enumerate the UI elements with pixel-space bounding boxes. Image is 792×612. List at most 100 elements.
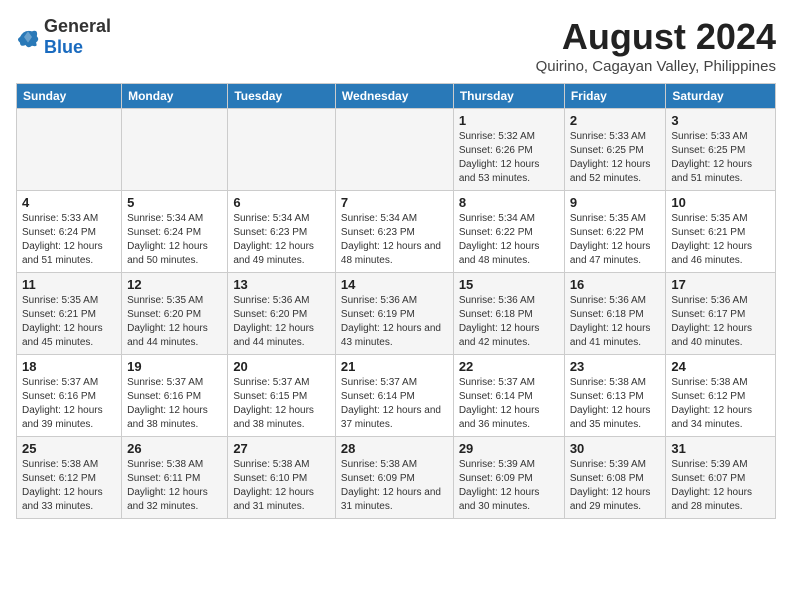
day-cell: 18 Sunrise: 5:37 AM Sunset: 6:16 PM Dayli… bbox=[17, 355, 122, 437]
day-number: 27 bbox=[233, 441, 330, 456]
header-day-sunday: Sunday bbox=[17, 84, 122, 109]
day-info: Sunrise: 5:38 AM Sunset: 6:10 PM Dayligh… bbox=[233, 458, 330, 514]
day-cell: 5Sunrise: 5:34 AM Sunset: 6:24 PM Daylig… bbox=[122, 191, 228, 273]
day-info: Sunrise: 5:34 AM Sunset: 6:23 PM Dayligh… bbox=[341, 212, 448, 268]
logo-general: General bbox=[44, 16, 111, 36]
day-cell: 29 Sunrise: 5:39 AM Sunset: 6:09 PM Dayli… bbox=[453, 437, 564, 519]
day-cell: 20Sunrise: 5:37 AM Sunset: 6:15 PM Dayli… bbox=[228, 355, 336, 437]
day-cell: 26Sunrise: 5:38 AM Sunset: 6:11 PM Dayli… bbox=[122, 437, 228, 519]
header-day-wednesday: Wednesday bbox=[335, 84, 453, 109]
header: General Blue August 2024 Quirino, Cagaya… bbox=[16, 16, 776, 75]
day-info: Sunrise: 5:38 AM Sunset: 6:09 PM Dayligh… bbox=[341, 458, 448, 514]
day-info: Sunrise: 5:38 AM Sunset: 6:13 PM Dayligh… bbox=[570, 376, 661, 432]
main-title: August 2024 bbox=[536, 16, 776, 58]
day-number: 2 bbox=[570, 113, 661, 128]
day-info: Sunrise: 5:39 AM Sunset: 6:09 PM Dayligh… bbox=[459, 458, 559, 514]
day-cell: 27 Sunrise: 5:38 AM Sunset: 6:10 PM Dayli… bbox=[228, 437, 336, 519]
logo-text: General Blue bbox=[44, 16, 111, 58]
header-day-friday: Friday bbox=[564, 84, 666, 109]
week-row-3: 11 Sunrise: 5:35 AM Sunset: 6:21 PM Dayli… bbox=[17, 273, 776, 355]
day-info: Sunrise: 5:37 AM Sunset: 6:16 PM Dayligh… bbox=[22, 376, 116, 432]
day-number: 22 bbox=[459, 359, 559, 374]
day-cell bbox=[17, 109, 122, 191]
day-cell: 25 Sunrise: 5:38 AM Sunset: 6:12 PM Dayli… bbox=[17, 437, 122, 519]
day-info: Sunrise: 5:37 AM Sunset: 6:14 PM Dayligh… bbox=[459, 376, 559, 432]
day-number: 18 bbox=[22, 359, 116, 374]
header-row: SundayMondayTuesdayWednesdayThursdayFrid… bbox=[17, 84, 776, 109]
day-number: 17 bbox=[671, 277, 770, 292]
day-info: Sunrise: 5:36 AM Sunset: 6:20 PM Dayligh… bbox=[233, 294, 330, 350]
week-row-1: 1Sunrise: 5:32 AM Sunset: 6:26 PM Daylig… bbox=[17, 109, 776, 191]
day-number: 25 bbox=[22, 441, 116, 456]
day-number: 10 bbox=[671, 195, 770, 210]
day-info: Sunrise: 5:38 AM Sunset: 6:11 PM Dayligh… bbox=[127, 458, 222, 514]
day-cell: 16Sunrise: 5:36 AM Sunset: 6:18 PM Dayli… bbox=[564, 273, 666, 355]
day-number: 30 bbox=[570, 441, 661, 456]
day-info: Sunrise: 5:36 AM Sunset: 6:19 PM Dayligh… bbox=[341, 294, 448, 350]
day-number: 23 bbox=[570, 359, 661, 374]
day-cell: 2Sunrise: 5:33 AM Sunset: 6:25 PM Daylig… bbox=[564, 109, 666, 191]
day-info: Sunrise: 5:33 AM Sunset: 6:25 PM Dayligh… bbox=[671, 130, 770, 186]
logo-icon bbox=[16, 25, 40, 49]
day-cell: 10 Sunrise: 5:35 AM Sunset: 6:21 PM Dayli… bbox=[666, 191, 776, 273]
day-cell: 7Sunrise: 5:34 AM Sunset: 6:23 PM Daylig… bbox=[335, 191, 453, 273]
day-number: 11 bbox=[22, 277, 116, 292]
day-info: Sunrise: 5:36 AM Sunset: 6:18 PM Dayligh… bbox=[459, 294, 559, 350]
week-row-2: 4 Sunrise: 5:33 AM Sunset: 6:24 PM Daylig… bbox=[17, 191, 776, 273]
day-number: 3 bbox=[671, 113, 770, 128]
header-day-monday: Monday bbox=[122, 84, 228, 109]
day-cell: 14 Sunrise: 5:36 AM Sunset: 6:19 PM Dayli… bbox=[335, 273, 453, 355]
day-info: Sunrise: 5:35 AM Sunset: 6:22 PM Dayligh… bbox=[570, 212, 661, 268]
day-number: 15 bbox=[459, 277, 559, 292]
day-info: Sunrise: 5:38 AM Sunset: 6:12 PM Dayligh… bbox=[671, 376, 770, 432]
day-info: Sunrise: 5:35 AM Sunset: 6:21 PM Dayligh… bbox=[671, 212, 770, 268]
day-cell: 24 Sunrise: 5:38 AM Sunset: 6:12 PM Dayli… bbox=[666, 355, 776, 437]
day-number: 21 bbox=[341, 359, 448, 374]
subtitle: Quirino, Cagayan Valley, Philippines bbox=[536, 58, 776, 75]
header-day-saturday: Saturday bbox=[666, 84, 776, 109]
day-cell: 23 Sunrise: 5:38 AM Sunset: 6:13 PM Dayli… bbox=[564, 355, 666, 437]
day-cell: 13 Sunrise: 5:36 AM Sunset: 6:20 PM Dayli… bbox=[228, 273, 336, 355]
day-info: Sunrise: 5:34 AM Sunset: 6:23 PM Dayligh… bbox=[233, 212, 330, 268]
day-number: 28 bbox=[341, 441, 448, 456]
logo-blue: Blue bbox=[44, 37, 83, 57]
day-number: 4 bbox=[22, 195, 116, 210]
logo: General Blue bbox=[16, 16, 111, 58]
day-info: Sunrise: 5:38 AM Sunset: 6:12 PM Dayligh… bbox=[22, 458, 116, 514]
day-info: Sunrise: 5:32 AM Sunset: 6:26 PM Dayligh… bbox=[459, 130, 559, 186]
day-info: Sunrise: 5:34 AM Sunset: 6:22 PM Dayligh… bbox=[459, 212, 559, 268]
day-number: 13 bbox=[233, 277, 330, 292]
day-cell: 1Sunrise: 5:32 AM Sunset: 6:26 PM Daylig… bbox=[453, 109, 564, 191]
day-cell: 22 Sunrise: 5:37 AM Sunset: 6:14 PM Dayli… bbox=[453, 355, 564, 437]
day-number: 29 bbox=[459, 441, 559, 456]
day-cell bbox=[335, 109, 453, 191]
day-number: 6 bbox=[233, 195, 330, 210]
day-cell: 15 Sunrise: 5:36 AM Sunset: 6:18 PM Dayli… bbox=[453, 273, 564, 355]
day-info: Sunrise: 5:34 AM Sunset: 6:24 PM Dayligh… bbox=[127, 212, 222, 268]
calendar-header: SundayMondayTuesdayWednesdayThursdayFrid… bbox=[17, 84, 776, 109]
title-area: August 2024 Quirino, Cagayan Valley, Phi… bbox=[536, 16, 776, 75]
day-cell bbox=[228, 109, 336, 191]
day-number: 24 bbox=[671, 359, 770, 374]
day-info: Sunrise: 5:35 AM Sunset: 6:21 PM Dayligh… bbox=[22, 294, 116, 350]
header-day-tuesday: Tuesday bbox=[228, 84, 336, 109]
day-cell bbox=[122, 109, 228, 191]
day-cell: 19 Sunrise: 5:37 AM Sunset: 6:16 PM Dayli… bbox=[122, 355, 228, 437]
day-number: 9 bbox=[570, 195, 661, 210]
day-number: 31 bbox=[671, 441, 770, 456]
day-cell: 11 Sunrise: 5:35 AM Sunset: 6:21 PM Dayli… bbox=[17, 273, 122, 355]
day-info: Sunrise: 5:37 AM Sunset: 6:16 PM Dayligh… bbox=[127, 376, 222, 432]
day-number: 19 bbox=[127, 359, 222, 374]
day-number: 14 bbox=[341, 277, 448, 292]
day-info: Sunrise: 5:36 AM Sunset: 6:17 PM Dayligh… bbox=[671, 294, 770, 350]
day-cell: 4 Sunrise: 5:33 AM Sunset: 6:24 PM Daylig… bbox=[17, 191, 122, 273]
day-cell: 6 Sunrise: 5:34 AM Sunset: 6:23 PM Daylig… bbox=[228, 191, 336, 273]
day-cell: 12Sunrise: 5:35 AM Sunset: 6:20 PM Dayli… bbox=[122, 273, 228, 355]
day-info: Sunrise: 5:35 AM Sunset: 6:20 PM Dayligh… bbox=[127, 294, 222, 350]
calendar-table: SundayMondayTuesdayWednesdayThursdayFrid… bbox=[16, 83, 776, 519]
calendar-body: 1Sunrise: 5:32 AM Sunset: 6:26 PM Daylig… bbox=[17, 109, 776, 519]
day-info: Sunrise: 5:39 AM Sunset: 6:07 PM Dayligh… bbox=[671, 458, 770, 514]
day-info: Sunrise: 5:33 AM Sunset: 6:24 PM Dayligh… bbox=[22, 212, 116, 268]
day-info: Sunrise: 5:36 AM Sunset: 6:18 PM Dayligh… bbox=[570, 294, 661, 350]
header-day-thursday: Thursday bbox=[453, 84, 564, 109]
